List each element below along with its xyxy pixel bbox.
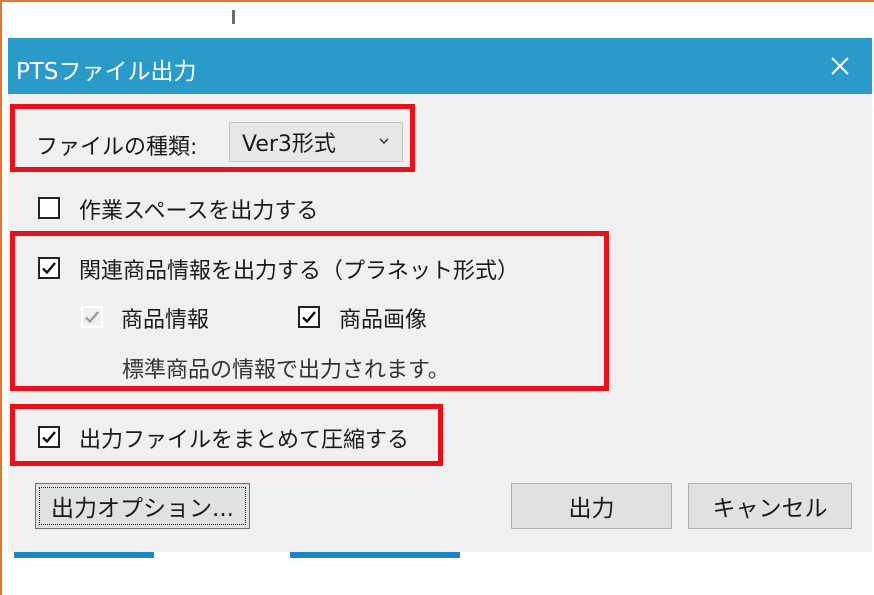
workspace-label: 作業スペースを出力する xyxy=(79,199,319,224)
file-type-select[interactable]: Ver3形式 xyxy=(229,122,403,162)
background-tick xyxy=(232,10,235,24)
background-strip xyxy=(14,552,154,558)
file-type-label: ファイルの種類: xyxy=(36,135,198,160)
compress-checkbox[interactable] xyxy=(38,426,60,448)
close-button[interactable] xyxy=(808,38,872,94)
related-products-label: 関連商品情報を出力する（プラネット形式） xyxy=(79,259,520,284)
workspace-checkbox[interactable] xyxy=(38,197,60,219)
outer-frame-top xyxy=(0,0,874,2)
file-type-value: Ver3形式 xyxy=(242,132,336,157)
compress-label: 出力ファイルをまとめて圧縮する xyxy=(79,428,410,453)
product-info-label: 商品情報 xyxy=(121,308,210,333)
chevron-down-icon xyxy=(379,138,389,145)
product-image-checkbox[interactable] xyxy=(298,306,320,328)
output-button-label: 出力 xyxy=(568,496,615,522)
background-strip xyxy=(290,552,460,558)
standard-product-note: 標準商品の情報で出力されます。 xyxy=(122,358,450,383)
checkmark-icon xyxy=(42,431,56,444)
pts-export-dialog: PTSファイル出力 ファイルの種類: Ver3形式 作業スペースを出力する 関連… xyxy=(8,38,872,552)
cancel-button-label: キャンセル xyxy=(712,496,828,522)
checkmark-icon xyxy=(302,311,316,324)
product-image-label: 商品画像 xyxy=(339,308,428,333)
dialog-titlebar: PTSファイル出力 xyxy=(8,38,872,94)
dialog-title: PTSファイル出力 xyxy=(16,59,197,85)
cancel-button[interactable]: キャンセル xyxy=(688,483,852,529)
outer-frame-left xyxy=(0,0,2,595)
product-info-checkbox[interactable] xyxy=(81,306,103,328)
output-button[interactable]: 出力 xyxy=(511,483,672,529)
focus-ring xyxy=(39,487,246,525)
checkmark-icon xyxy=(42,262,56,275)
close-icon xyxy=(831,57,849,75)
output-options-button[interactable]: 出力オプション... xyxy=(35,483,250,529)
related-products-checkbox[interactable] xyxy=(38,257,60,279)
checkmark-icon xyxy=(85,311,99,324)
